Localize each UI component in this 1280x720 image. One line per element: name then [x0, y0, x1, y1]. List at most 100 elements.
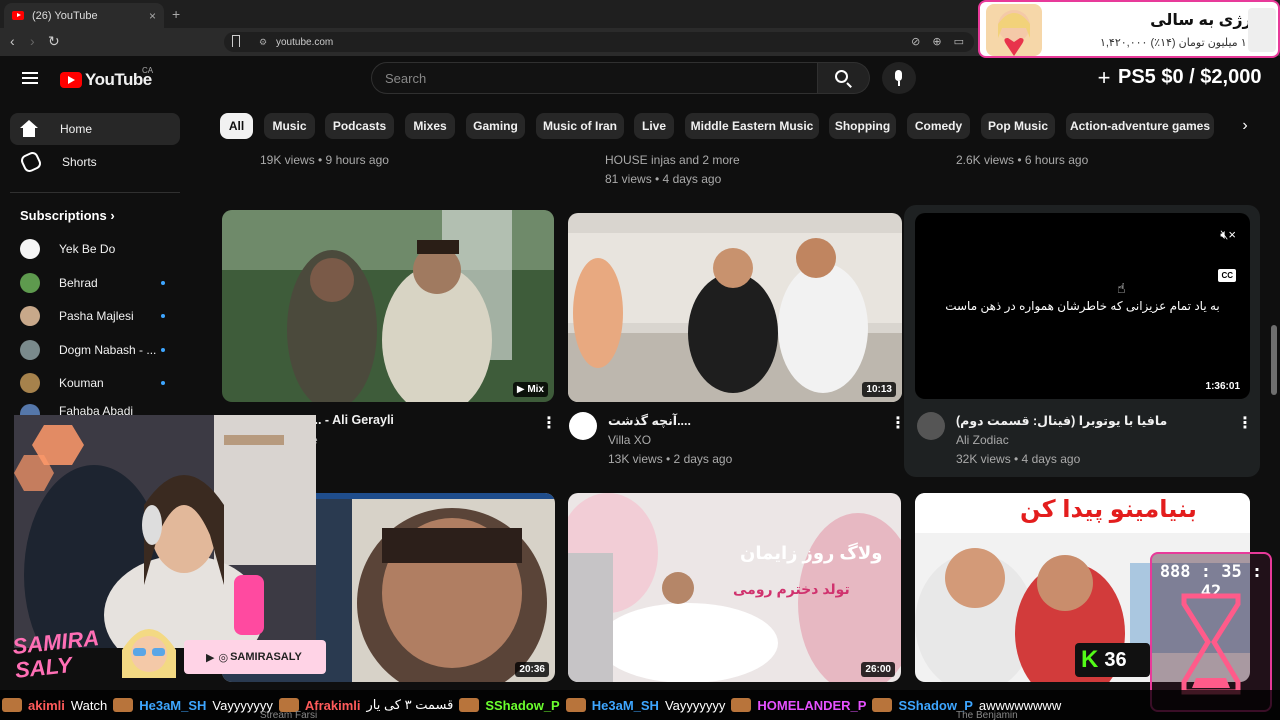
forward-icon[interactable]: ›	[30, 33, 35, 49]
subathon-timer: 888 : 35 : 42	[1150, 552, 1272, 712]
preview-caption: به یاد تمام عزیزانی که خاطرشان همواره در…	[945, 299, 1220, 313]
video-thumbnail[interactable]: ▶ Mix	[222, 210, 554, 402]
kick-logo-icon: K	[1081, 646, 1099, 673]
reload-icon[interactable]: ↻	[48, 33, 60, 50]
chat-emote-icon	[113, 698, 134, 712]
youtube-icon: ▶	[206, 651, 215, 664]
search-button[interactable]	[818, 62, 870, 94]
zoom-icon[interactable]: ⊕	[932, 35, 941, 48]
video-meta: 81 views • 4 days ago	[605, 172, 722, 186]
channel-avatar[interactable]	[569, 412, 597, 440]
streamer-avatar-icon	[122, 629, 176, 678]
url-field[interactable]: ⚙ youtube.com ⊘ ⊕ ▭	[224, 32, 974, 52]
video-thumbnail[interactable]: 10:13	[568, 213, 902, 402]
eye-off-icon[interactable]: ⊘	[911, 35, 920, 48]
video-channel[interactable]: Villa XO	[608, 433, 651, 447]
chip-music[interactable]: Music	[264, 113, 315, 139]
new-content-dot	[161, 348, 165, 352]
thumbnail-image	[222, 210, 554, 402]
video-duration: 26:00	[861, 662, 895, 677]
video-channel[interactable]: HOUSE injas and 2 more	[605, 153, 740, 167]
chip-music-of-iran[interactable]: Music of Iran	[536, 113, 624, 139]
browser-tab[interactable]: (26) YouTube ×	[4, 3, 164, 28]
close-tab-icon[interactable]: ×	[149, 9, 156, 23]
sidebar-item-subscription[interactable]: Behrad	[20, 272, 170, 294]
channel-avatar[interactable]	[917, 412, 945, 440]
sidebar-item-subscription[interactable]: Kouman	[20, 372, 170, 394]
search-input[interactable]: Search	[371, 62, 818, 94]
donation-progress-text: ۱,۴۲۰,۰۰۰ از ۱۰ میلیون تومان (۱۴٪)	[1099, 37, 1264, 49]
subscription-label: Behrad	[59, 276, 98, 290]
donation-widget: انرژی به سالی ۱,۴۲۰,۰۰۰ از ۱۰ میلیون توم…	[978, 0, 1280, 58]
chat-username: SShadow_P	[485, 697, 560, 713]
sidebar-item-label: Shorts	[62, 155, 97, 169]
webcam-feed	[14, 415, 316, 648]
sidebar-item-subscription[interactable]: Pasha Majlesi	[20, 305, 170, 327]
chip-podcasts[interactable]: Podcasts	[325, 113, 394, 139]
menu-icon[interactable]	[22, 72, 38, 84]
chat-emote-icon	[731, 698, 752, 712]
chevron-right-icon: ›	[110, 208, 115, 223]
sidebar-item-subscription[interactable]: Yek Be Do	[20, 238, 170, 260]
chip-shopping[interactable]: Shopping	[829, 113, 896, 139]
video-title[interactable]: ... - Ali Gerayli	[311, 413, 394, 427]
donation-avatar	[986, 4, 1042, 56]
sidebar-item-home[interactable]: Home	[10, 113, 180, 145]
voice-search-icon[interactable]	[882, 62, 916, 94]
more-options-icon[interactable]	[541, 413, 557, 433]
bookmark-icon[interactable]	[232, 35, 240, 47]
mute-icon[interactable]: 🔇︎×	[1220, 227, 1236, 243]
sidebar-item-subscription[interactable]: Dogm Nabash - ...	[20, 339, 170, 361]
chat-username: akimli	[28, 697, 65, 713]
chevron-right-icon[interactable]: ›	[1232, 113, 1258, 139]
chat-message: Vayyyyyyy	[664, 697, 726, 713]
sidebar-item-shorts[interactable]: Shorts	[10, 146, 180, 178]
thumbnail-overlay-text: بنیامینو پیدا کن	[1020, 496, 1197, 523]
video-duration: 1:36:01	[1201, 379, 1244, 394]
chip-pop-music[interactable]: Pop Music	[981, 113, 1055, 139]
chip-all[interactable]: All	[220, 113, 253, 139]
kick-count: 36	[1104, 648, 1127, 671]
chip-mixes[interactable]: Mixes	[405, 113, 455, 139]
youtube-logo[interactable]: YouTube CA	[60, 66, 153, 90]
video-title[interactable]: مافیا با یوتوبرا (فینال: قسمت دوم)	[956, 413, 1167, 428]
video-thumbnail[interactable]: ولاگ روز زایمان تولد دخترم رومی 26:00	[568, 493, 901, 682]
subscriptions-heading[interactable]: Subscriptions ›	[20, 208, 115, 223]
video-title[interactable]: آنچه گذشت....	[608, 413, 691, 428]
new-tab-button[interactable]: +	[172, 6, 180, 22]
url-text: youtube.com	[276, 36, 334, 48]
video-channel[interactable]: Ali Zodiac	[956, 433, 1009, 447]
mouse-cursor-icon: ☝	[1117, 280, 1126, 296]
cc-icon[interactable]: CC	[1218, 269, 1236, 282]
subscription-label: Pasha Majlesi	[59, 309, 134, 323]
chip-live[interactable]: Live	[634, 113, 674, 139]
chip-middle-eastern-music[interactable]: Middle Eastern Music	[685, 113, 819, 139]
chat-ticker: akimli Watch He3aM_SH Vayyyyyyy Afrakimli قسم…	[0, 690, 1280, 720]
qr-icon	[1248, 8, 1276, 52]
video-meta: 13K views • 2 days ago	[608, 452, 733, 466]
chip-gaming[interactable]: Gaming	[466, 113, 525, 139]
site-settings-icon[interactable]: ⚙	[259, 37, 267, 48]
more-options-icon[interactable]	[1237, 413, 1253, 433]
new-content-dot	[161, 281, 165, 285]
avatar	[20, 373, 40, 393]
home-icon	[20, 120, 38, 138]
screen-icon[interactable]: ▭	[954, 35, 964, 48]
chip-comedy[interactable]: Comedy	[907, 113, 970, 139]
create-button[interactable]: +	[1088, 66, 1120, 92]
page-scrollbar[interactable]	[1271, 325, 1277, 395]
back-icon[interactable]: ‹	[10, 33, 15, 49]
instagram-icon: ◎	[218, 651, 229, 664]
avatar	[20, 306, 40, 326]
chat-message: قسمت ۳ کی یار	[366, 697, 454, 712]
omnibox-actions: ⊘ ⊕ ▭	[911, 35, 964, 48]
thumbnail-image	[568, 213, 902, 402]
chip-action-adventure-games[interactable]: Action-adventure games	[1066, 113, 1214, 139]
more-options-icon[interactable]	[890, 413, 906, 433]
new-content-dot	[161, 381, 165, 385]
streamer-name: SAMIRA SALY	[11, 625, 100, 683]
video-meta: 2.6K views • 6 hours ago	[956, 153, 1089, 167]
youtube-favicon-icon	[12, 11, 24, 20]
webcam-image	[14, 415, 316, 648]
video-preview[interactable]: 🔇︎× CC به یاد تمام عزیزانی که خاطرشان هم…	[915, 213, 1250, 399]
